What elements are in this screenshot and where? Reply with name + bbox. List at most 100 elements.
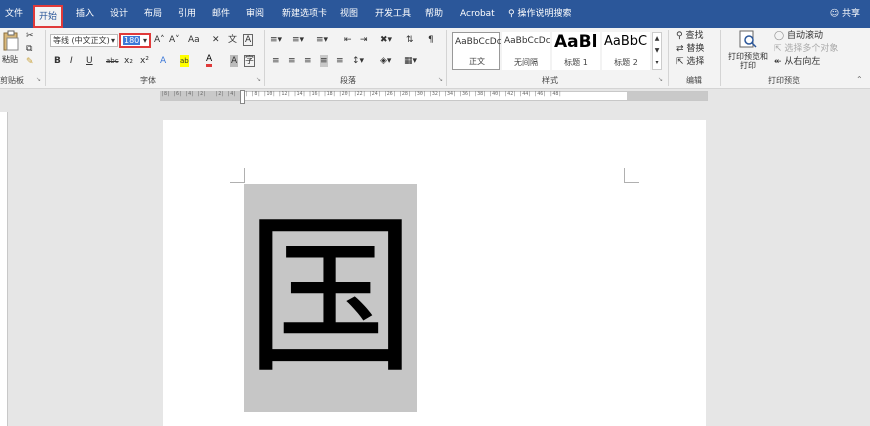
- copy-icon[interactable]: ⧉: [26, 43, 32, 55]
- dialog-launcher-icon[interactable]: ↘: [438, 74, 443, 86]
- multilevel-list-icon[interactable]: ≡▾: [316, 34, 328, 46]
- select-multiple-button[interactable]: ⇱ 选择多个对象: [774, 43, 838, 55]
- bold-button[interactable]: B: [54, 55, 61, 67]
- style-heading-1[interactable]: AaBl 标题 1: [552, 32, 600, 70]
- dialog-launcher-icon[interactable]: ↘: [256, 74, 261, 86]
- tell-me-search[interactable]: ⚲ 操作说明搜索: [508, 0, 571, 28]
- clipboard-group-label: 剪贴板: [0, 76, 24, 85]
- subscript-button[interactable]: x₂: [124, 55, 133, 67]
- select-button[interactable]: ⇱ 选择: [676, 56, 704, 68]
- chinese-layout-icon[interactable]: ✖▾: [380, 34, 392, 46]
- style-no-spacing[interactable]: AaBbCcDc 无间隔: [502, 32, 550, 70]
- replace-button[interactable]: ⇄ 替换: [676, 43, 704, 55]
- auto-scroll-icon: ◯: [774, 31, 785, 41]
- style-normal[interactable]: AaBbCcDc 正文: [452, 32, 501, 70]
- clear-format-icon[interactable]: ✕: [212, 34, 220, 46]
- cut-icon[interactable]: ✂: [26, 30, 34, 42]
- grow-font-button[interactable]: A˄: [154, 34, 165, 46]
- dialog-launcher-icon[interactable]: ↘: [658, 74, 663, 86]
- style-name: 正文: [469, 57, 485, 66]
- char-shading-button[interactable]: A: [230, 55, 239, 67]
- margin-corner-mark: [230, 168, 245, 183]
- sort-icon[interactable]: ⇅: [406, 34, 414, 46]
- align-right-icon[interactable]: ≡: [304, 55, 312, 67]
- dialog-launcher-icon[interactable]: ↘: [36, 74, 41, 86]
- print-preview-label: 打印预览和打印: [728, 52, 768, 70]
- tab-developer[interactable]: 开发工具: [375, 0, 411, 28]
- font-group-label: 字体: [140, 76, 156, 85]
- select-label: 选择: [686, 57, 705, 67]
- editing-group-label: 编辑: [686, 76, 702, 85]
- share-button[interactable]: ☺ 共享: [830, 0, 860, 28]
- show-marks-icon[interactable]: ¶: [428, 34, 434, 46]
- justify-icon[interactable]: ≡: [320, 55, 328, 67]
- tab-mailings[interactable]: 邮件: [212, 0, 230, 28]
- tab-references[interactable]: 引用: [178, 0, 196, 28]
- tab-insert[interactable]: 插入: [76, 0, 94, 28]
- phonetic-guide-button[interactable]: 文: [228, 34, 237, 46]
- tab-help[interactable]: 帮助: [425, 0, 443, 28]
- style-name: 标题 2: [614, 58, 638, 67]
- style-heading-2[interactable]: AaBbC 标题 2: [602, 32, 650, 70]
- style-preview: AaBbC: [604, 34, 648, 49]
- format-painter-icon[interactable]: ✎: [26, 56, 34, 68]
- print-preview-button[interactable]: 打印预览和打印: [726, 30, 770, 74]
- find-button[interactable]: ⚲ 查找: [676, 30, 703, 42]
- cursor-icon: ⇱: [676, 57, 684, 67]
- numbering-icon[interactable]: ≡▾: [292, 34, 304, 46]
- collapse-ribbon-icon[interactable]: ⌃: [856, 74, 863, 86]
- increase-indent-icon[interactable]: ⇥: [360, 34, 368, 46]
- tab-view[interactable]: 视图: [340, 0, 358, 28]
- rtl-button[interactable]: ↞ 从右向左: [774, 56, 820, 68]
- bullets-icon[interactable]: ≡▾: [270, 34, 282, 46]
- distributed-icon[interactable]: ≡: [336, 55, 344, 67]
- enclose-char-button[interactable]: 字: [244, 55, 256, 67]
- tab-file[interactable]: 文件: [5, 0, 23, 28]
- text-effects-button[interactable]: A: [160, 55, 166, 67]
- auto-scroll-label: 自动滚动: [786, 31, 823, 41]
- ruler-numbers: |8| |6| |4| |2| |2| |4| |6| |8| |10| |12…: [161, 91, 562, 97]
- print-preview-group-label: 打印预览: [768, 76, 800, 85]
- align-left-icon[interactable]: ≡: [272, 55, 280, 67]
- align-center-icon[interactable]: ≡: [288, 55, 296, 67]
- font-size-combo[interactable]: 180 ▾: [119, 33, 151, 48]
- vertical-ruler[interactable]: [0, 112, 8, 426]
- styles-scroll-icon[interactable]: ▲ ▼ ▾: [652, 32, 662, 70]
- ruler-right-margin: [627, 92, 707, 100]
- borders-icon[interactable]: ▦▾: [404, 55, 417, 67]
- tab-home[interactable]: 开始: [33, 5, 64, 28]
- font-size-value: 180: [123, 36, 141, 45]
- line-spacing-icon[interactable]: ↕▾: [352, 55, 364, 67]
- font-name-combo[interactable]: 等线 (中文正文) ▾: [50, 34, 118, 47]
- shrink-font-button[interactable]: A˅: [169, 34, 180, 46]
- document-character[interactable]: 国: [244, 192, 417, 402]
- paragraph-group-label: 段落: [340, 76, 356, 85]
- tab-design[interactable]: 设计: [110, 0, 128, 28]
- superscript-button[interactable]: x²: [140, 55, 149, 67]
- rtl-icon: ↞: [774, 57, 782, 67]
- font-color-button[interactable]: A: [206, 55, 213, 67]
- decrease-indent-icon[interactable]: ⇤: [344, 34, 352, 46]
- strikethrough-button[interactable]: abc: [106, 55, 119, 67]
- char-border-button[interactable]: A: [243, 34, 254, 46]
- indent-marker-icon[interactable]: [240, 90, 245, 104]
- shading-icon[interactable]: ◈▾: [380, 55, 391, 67]
- style-name: 标题 1: [564, 58, 588, 67]
- paste-button[interactable]: 粘贴: [2, 30, 22, 64]
- separator: [668, 30, 669, 86]
- tab-layout[interactable]: 布局: [144, 0, 162, 28]
- change-case-button[interactable]: Aa: [188, 34, 200, 46]
- highlight-button[interactable]: ab: [180, 55, 189, 67]
- auto-scroll-button[interactable]: ◯ 自动滚动: [774, 30, 823, 42]
- underline-button[interactable]: U: [86, 55, 93, 67]
- tab-new-tab[interactable]: 新建选项卡: [282, 0, 327, 28]
- style-name: 无间隔: [514, 58, 538, 67]
- ribbon: 粘贴 ✂ ⧉ ✎ 剪贴板 ↘ 等线 (中文正文) ▾ 180 ▾ A˄ A˅ A…: [0, 28, 870, 89]
- replace-label: 替换: [686, 44, 705, 54]
- separator: [264, 30, 265, 86]
- tab-acrobat[interactable]: Acrobat: [460, 0, 495, 28]
- italic-button[interactable]: I: [70, 55, 73, 67]
- tab-review[interactable]: 审阅: [246, 0, 264, 28]
- select-multiple-icon: ⇱: [774, 44, 782, 54]
- lightbulb-icon: ⚲: [508, 9, 515, 19]
